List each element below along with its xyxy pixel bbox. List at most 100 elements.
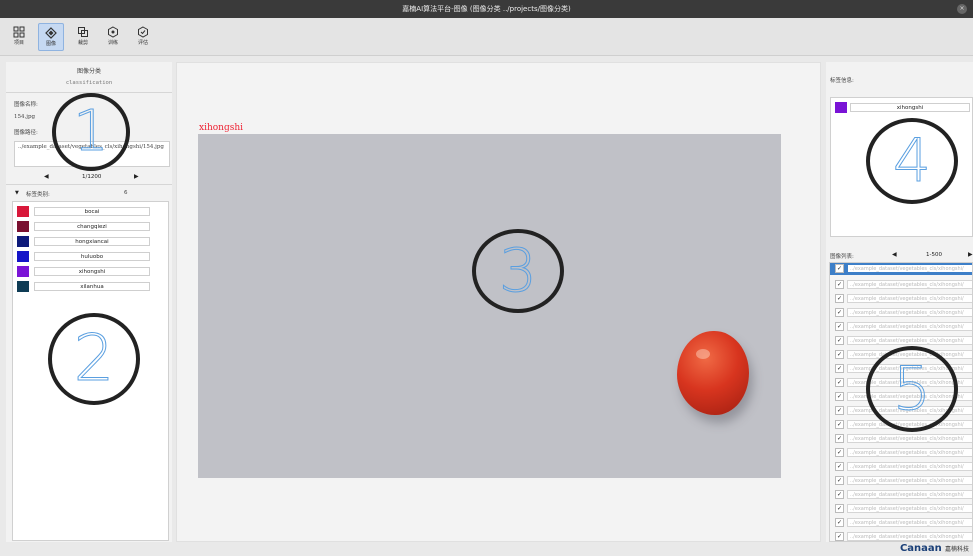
file-checkbox[interactable]: ✓ [835,490,844,499]
file-checkbox[interactable]: ✓ [835,476,844,485]
file-path[interactable]: ../example_dataset/vegetables_cls/xihong… [847,504,972,513]
file-path[interactable]: ../example_dataset/vegetables_cls/xihong… [847,336,972,345]
file-checkbox[interactable]: ✓ [835,280,844,289]
annotation-number-5: 5 [892,354,932,425]
toolbar-image-label: 图像 [45,41,56,47]
category-color-swatch[interactable] [17,251,29,262]
current-label-swatch [835,102,847,113]
file-list-item[interactable]: ✓ ../example_dataset/vegetables_cls/xihon… [830,475,972,487]
close-window-button[interactable]: × [957,4,967,14]
image-class-label: xihongshi [199,123,244,133]
file-list-item[interactable]: ✓ ../example_dataset/vegetables_cls/xihon… [830,503,972,515]
window-titlebar: 嘉楠AI算法平台-图像 (图像分类 ../projects/图像分类) × [0,0,973,18]
image-name-label: 图像名称: [14,102,38,108]
file-path[interactable]: ../example_dataset/vegetables_cls/xihong… [847,280,972,289]
file-checkbox[interactable]: ✓ [835,420,844,429]
file-list-item[interactable]: ✓ ../example_dataset/vegetables_cls/xihon… [830,433,972,445]
file-path[interactable]: ../example_dataset/vegetables_cls/xihong… [847,322,972,331]
panel-title-en: classification [65,80,113,86]
categories-collapse-icon[interactable]: ▼ [15,190,19,196]
file-checkbox[interactable]: ✓ [835,308,844,317]
next-image-button[interactable]: ▶ [134,173,139,180]
file-checkbox[interactable]: ✓ [835,294,844,303]
category-color-swatch[interactable] [17,236,29,247]
image-name-value: 154.jpg [14,114,35,120]
image-icon [45,27,57,39]
file-path[interactable]: ../example_dataset/vegetables_cls/xihong… [847,518,972,527]
category-name[interactable]: changqiezi [34,222,150,231]
project-icon [13,26,25,38]
prev-file-page-button[interactable]: ◀ [892,251,897,258]
toolbar-train-button[interactable]: 训练 [100,23,126,51]
file-checkbox[interactable]: ✓ [835,350,844,359]
file-checkbox[interactable]: ✓ [835,322,844,331]
file-list-item[interactable]: ✓ ../example_dataset/vegetables_cls/xihon… [830,321,972,333]
annotation-number-4: 4 [892,126,932,197]
toolbar-project-button[interactable]: 项目 [6,23,32,51]
file-path[interactable]: ../example_dataset/vegetables_cls/xihong… [847,294,972,303]
image-page-indicator: 1/1200 [82,174,102,180]
toolbar-project-label: 项目 [13,40,24,46]
file-list-label: 图像列表: [830,254,854,260]
file-checkbox[interactable]: ✓ [835,462,844,471]
tomato-highlight [696,349,710,359]
file-list-item[interactable]: ✓ ../example_dataset/vegetables_cls/xihon… [830,447,972,459]
brand-name: 嘉楠科技 [944,546,969,553]
file-path[interactable]: ../example_dataset/vegetables_cls/xihong… [847,476,972,485]
file-checkbox[interactable]: ✓ [835,504,844,513]
toolbar-evaluate-button[interactable]: 评估 [130,23,156,51]
category-name[interactable]: xilanhua [34,282,150,291]
panel-title-cn: 图像分类 [76,68,101,75]
category-color-swatch[interactable] [17,221,29,232]
file-list-item[interactable]: ✓ ../example_dataset/vegetables_cls/xihon… [830,293,972,305]
file-path[interactable]: ../example_dataset/vegetables_cls/xihong… [847,448,972,457]
file-checkbox[interactable]: ✓ [835,532,844,541]
next-file-page-button[interactable]: ▶ [968,251,973,258]
toolbar-crop-label: 裁剪 [77,40,88,46]
train-icon [108,26,118,38]
file-path[interactable]: ../example_dataset/vegetables_cls/xihong… [847,490,972,499]
category-name[interactable]: hongxiancai [34,237,150,246]
file-checkbox[interactable]: ✓ [835,336,844,345]
file-path[interactable]: ../example_dataset/vegetables_cls/xihong… [847,308,972,317]
toolbar-train-label: 训练 [107,40,118,46]
file-path[interactable]: ../example_dataset/vegetables_cls/xihong… [847,434,972,443]
category-color-swatch[interactable] [17,266,29,277]
category-name[interactable]: huluobo [34,252,150,261]
file-list-item[interactable]: ✓ ../example_dataset/vegetables_cls/xihon… [830,517,972,529]
annotation-number-3: 3 [498,236,538,307]
file-checkbox[interactable]: ✓ [835,448,844,457]
annotation-number-2: 2 [73,322,115,397]
file-list-item[interactable]: ✓ ../example_dataset/vegetables_cls/xihon… [830,489,972,501]
file-checkbox[interactable]: ✓ [835,406,844,415]
current-label-name[interactable]: xihongshi [850,103,970,112]
toolbar-image-button[interactable]: 图像 [38,23,64,51]
file-checkbox[interactable]: ✓ [835,518,844,527]
file-checkbox[interactable]: ✓ [835,364,844,373]
category-name[interactable]: xihongshi [34,267,150,276]
file-checkbox[interactable]: ✓ [835,392,844,401]
toolbar-evaluate-label: 评估 [137,40,148,46]
file-list-item[interactable]: ✓ ../example_dataset/vegetables_cls/xihon… [830,307,972,319]
file-path[interactable]: ../example_dataset/vegetables_cls/xihong… [847,462,972,471]
prev-image-button[interactable]: ◀ [44,173,49,180]
file-list-item[interactable]: ✓ ../example_dataset/vegetables_cls/xihon… [830,531,972,541]
file-list-item[interactable]: ✓ ../example_dataset/vegetables_cls/xihon… [830,279,972,291]
file-checkbox[interactable]: ✓ [835,264,844,273]
divider [6,184,172,185]
categories-label: 标签类别: [26,192,50,198]
category-color-swatch[interactable] [17,206,29,217]
file-list-item[interactable]: ✓ ../example_dataset/vegetables_cls/xihon… [830,461,972,473]
label-info-title: 标签信息: [830,78,854,84]
file-checkbox[interactable]: ✓ [835,434,844,443]
categories-count: 6 [124,190,128,196]
file-path[interactable]: ../example_dataset/vegetables_cls/xihong… [847,532,972,541]
category-color-swatch[interactable] [17,281,29,292]
evaluate-icon [138,26,148,38]
file-checkbox[interactable]: ✓ [835,378,844,387]
toolbar-crop-button[interactable]: 裁剪 [70,23,96,51]
category-name[interactable]: bocai [34,207,150,216]
file-list-item[interactable]: ✓ ../example_dataset/vegetables_cls/xihon… [830,263,972,275]
file-path[interactable]: ../example_dataset/vegetables_cls/xihong… [847,264,972,273]
tomato-object [677,331,749,415]
